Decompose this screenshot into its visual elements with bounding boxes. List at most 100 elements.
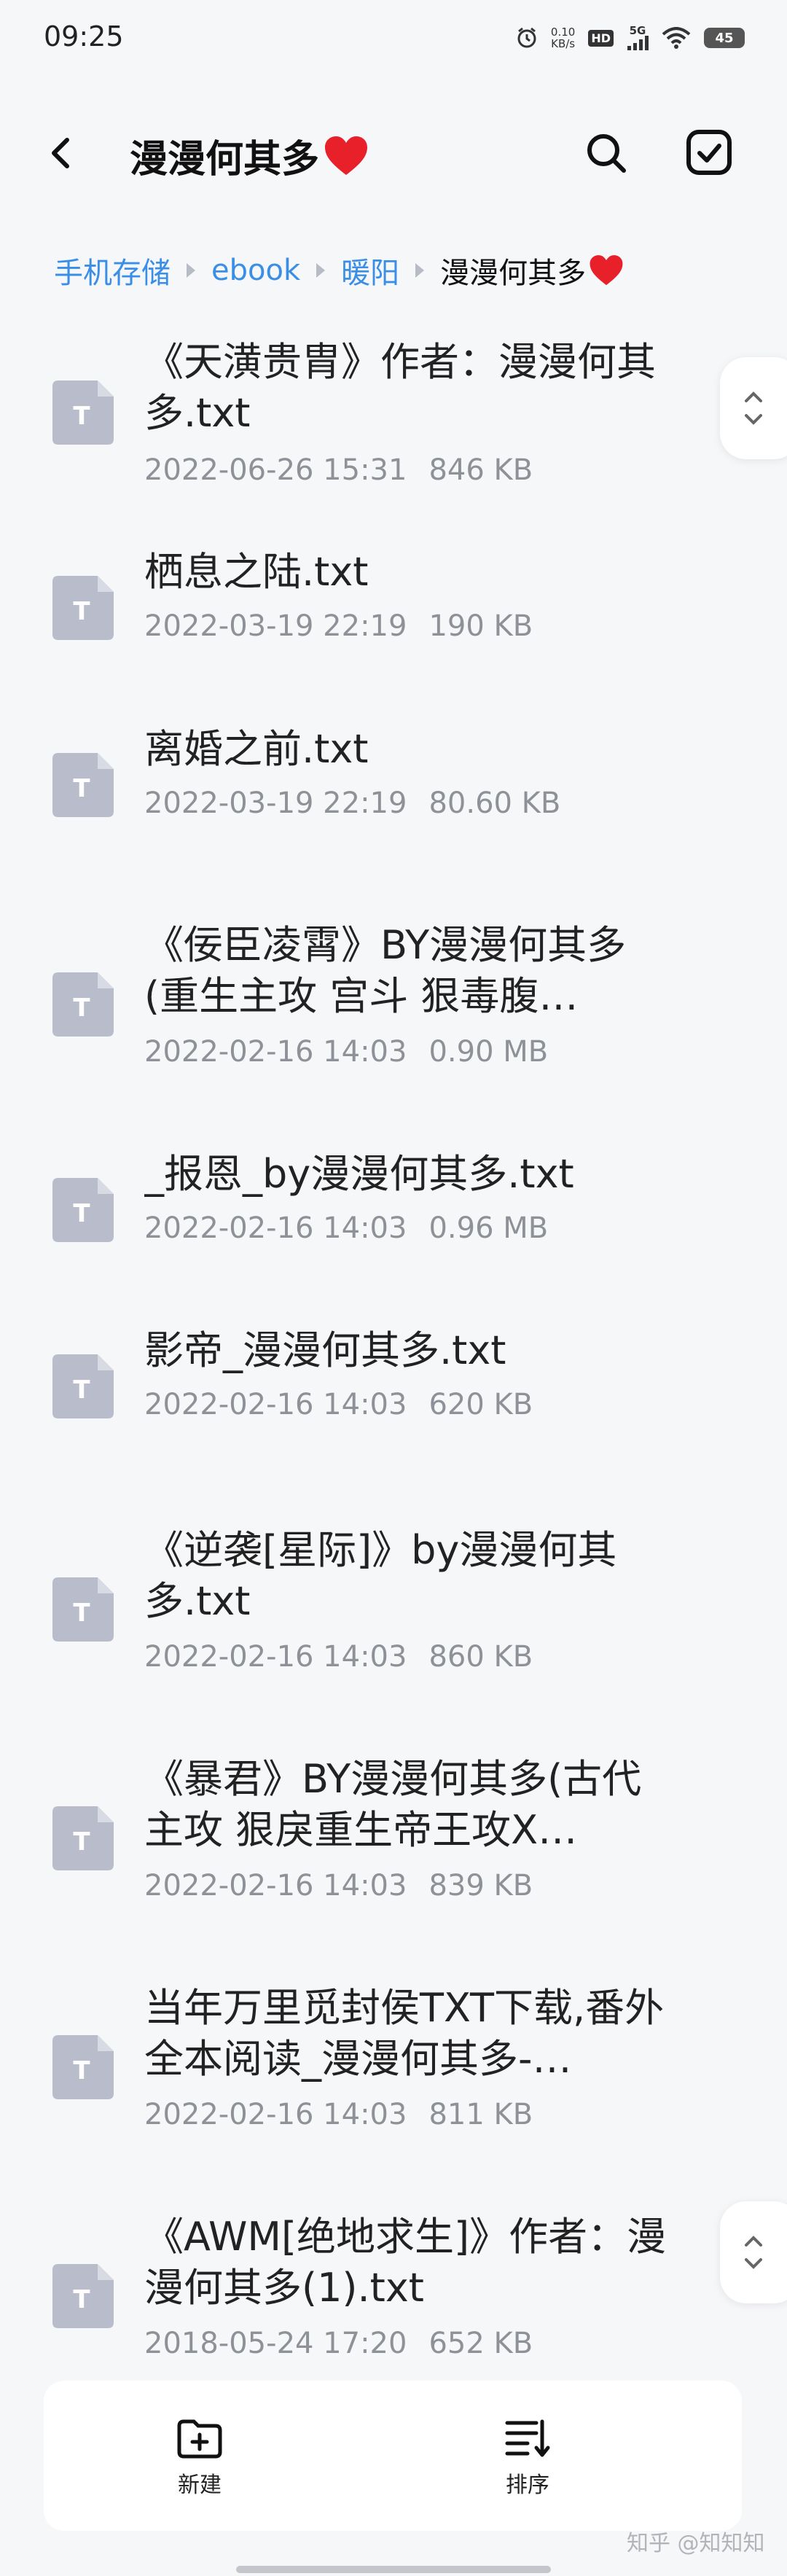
- scroll-handle-bottom[interactable]: [720, 2201, 787, 2303]
- svg-text:T: T: [73, 597, 90, 626]
- txt-file-icon: T: [52, 380, 114, 445]
- file-item[interactable]: T 《天潢贵胄》作者：漫漫何其多.txt 2022-06-26 15:31 846…: [0, 328, 729, 510]
- svg-text:T: T: [73, 2285, 90, 2314]
- txt-file-icon: T: [52, 2264, 114, 2328]
- sort-button[interactable]: 排序: [455, 2419, 600, 2506]
- back-button[interactable]: [41, 131, 85, 175]
- file-date: 2022-06-26 15:31: [144, 453, 407, 487]
- sort-icon: [505, 2419, 550, 2457]
- file-size: 0.96 MB: [428, 1211, 549, 1245]
- svg-text:T: T: [73, 1599, 90, 1628]
- file-name: 栖息之陆.txt: [144, 549, 369, 595]
- breadcrumb-item-storage[interactable]: 手机存储: [54, 249, 171, 292]
- file-item[interactable]: T 影帝_漫漫何其多.txt 2022-02-16 14:03 620 KB: [0, 1325, 729, 1464]
- file-name: 当年万里觅封侯TXT下载,番外全本阅读_漫漫何其多-…: [144, 1985, 665, 2082]
- alarm-icon: [517, 27, 536, 48]
- watermark: 知乎 @知知知: [627, 2531, 765, 2556]
- file-name: 《天潢贵胄》作者：漫漫何其多.txt: [144, 339, 656, 436]
- scroll-arrows-icon: [745, 2236, 762, 2269]
- status-bar: 09:25 0.10 KB/s HD 5G 45: [0, 0, 787, 80]
- file-date: 2022-02-16 14:03: [144, 1035, 407, 1069]
- file-date: 2018-05-24 17:20: [144, 2327, 407, 2360]
- new-folder-icon: [177, 2419, 222, 2459]
- file-item[interactable]: T 当年万里觅封侯TXT下载,番外全本阅读_漫漫何其多-… 2022-02-16…: [0, 1983, 729, 2165]
- hd-badge: HD: [588, 29, 614, 47]
- scroll-handle-top[interactable]: [720, 357, 787, 459]
- breadcrumb-item-ebook[interactable]: ebook: [211, 254, 300, 287]
- file-item[interactable]: T 栖息之陆.txt 2022-03-19 22:19 190 KB: [0, 547, 729, 685]
- file-name: 离婚之前.txt: [144, 726, 369, 772]
- file-name: 影帝_漫漫何其多.txt: [144, 1327, 506, 1373]
- txt-file-icon: T: [52, 576, 114, 640]
- file-meta: 2022-02-16 14:03 811 KB: [144, 2098, 533, 2131]
- status-icons: 0.10 KB/s HD 5G 45: [516, 23, 745, 52]
- file-name: 《佞臣凌霄》BY漫漫何其多 (重生主攻 宫斗 狠毒腹…: [144, 922, 627, 1019]
- page-title: 漫漫何其多: [130, 128, 369, 183]
- file-name: 《暴君》BY漫漫何其多(古代 主攻 狠戾重生帝王攻X…: [144, 1756, 642, 1853]
- file-meta: 2018-05-24 17:20 652 KB: [144, 2327, 533, 2360]
- new-button[interactable]: 新建: [127, 2419, 273, 2506]
- file-date: 2022-02-16 14:03: [144, 2098, 407, 2131]
- bottom-toolbar: 新建 排序: [44, 2381, 742, 2531]
- txt-file-icon: T: [52, 972, 114, 1037]
- file-item[interactable]: T 离婚之前.txt 2022-03-19 22:19 80.60 KB: [0, 724, 729, 862]
- txt-file-icon: T: [52, 1577, 114, 1642]
- file-meta: 2022-06-26 15:31 846 KB: [144, 453, 533, 487]
- battery-indicator: 45: [704, 28, 745, 48]
- breadcrumb-item-nuanyang[interactable]: 暖阳: [341, 249, 399, 292]
- header: 漫漫何其多: [0, 109, 787, 197]
- file-size: 652 KB: [428, 2327, 533, 2360]
- file-item[interactable]: T 《佞臣凌霄》BY漫漫何其多 (重生主攻 宫斗 狠毒腹… 2022-02-16…: [0, 920, 729, 1102]
- network-type: 5G: [629, 24, 646, 37]
- file-meta: 2022-02-16 14:03 620 KB: [144, 1388, 533, 1421]
- file-meta: 2022-03-19 22:19 80.60 KB: [144, 787, 560, 820]
- file-date: 2022-02-16 14:03: [144, 1388, 407, 1421]
- scroll-arrows-icon: [745, 391, 762, 425]
- breadcrumb-separator: [187, 263, 195, 278]
- file-item[interactable]: T 《暴君》BY漫漫何其多(古代 主攻 狠戾重生帝王攻X… 2022-02-16…: [0, 1754, 729, 1936]
- multi-select-button[interactable]: [685, 128, 733, 176]
- file-item[interactable]: T 《逆袭[星际]》by漫漫何其多.txt 2022-02-16 14:03 86…: [0, 1525, 729, 1707]
- sort-button-label: 排序: [506, 2472, 549, 2498]
- txt-file-icon: T: [52, 1178, 114, 1242]
- file-meta: 2022-02-16 14:03 860 KB: [144, 1640, 533, 1674]
- file-size: 80.60 KB: [428, 787, 561, 820]
- heart-icon: [590, 255, 623, 286]
- txt-file-icon: T: [52, 753, 114, 817]
- file-meta: 2022-03-19 22:19 190 KB: [144, 609, 533, 643]
- svg-text:T: T: [73, 774, 90, 803]
- net-speed-value: 0.10: [550, 26, 576, 39]
- breadcrumb-separator: [415, 263, 425, 278]
- svg-text:T: T: [73, 2056, 90, 2085]
- heart-icon: [325, 136, 368, 175]
- breadcrumb-current-text: 漫漫何其多: [440, 257, 587, 290]
- file-name: 《AWM[绝地求生]》作者：漫漫何其多(1).txt: [144, 2214, 667, 2311]
- file-item[interactable]: T _报恩_by漫漫何其多.txt 2022-02-16 14:03 0.96 M…: [0, 1149, 729, 1287]
- signal-indicator: 5G: [627, 26, 649, 50]
- status-time: 09:25: [44, 20, 124, 52]
- home-indicator[interactable]: [236, 2566, 551, 2573]
- svg-text:T: T: [73, 1375, 90, 1405]
- breadcrumb: 手机存储 ebook 暖阳 漫漫何其多: [54, 245, 624, 296]
- file-meta: 2022-02-16 14:03 839 KB: [144, 1869, 533, 1902]
- svg-text:T: T: [73, 1827, 90, 1857]
- file-meta: 2022-02-16 14:03 0.96 MB: [144, 1211, 548, 1245]
- breadcrumb-item-current: 漫漫何其多: [440, 249, 624, 292]
- file-size: 190 KB: [428, 609, 533, 643]
- checkbox-icon: [686, 130, 732, 175]
- file-size: 860 KB: [428, 1640, 533, 1674]
- file-size: 620 KB: [428, 1388, 533, 1421]
- signal-icon: [627, 36, 649, 50]
- txt-file-icon: T: [52, 1806, 114, 1870]
- txt-file-icon: T: [52, 2035, 114, 2099]
- file-size: 839 KB: [428, 1869, 533, 1902]
- net-speed: 0.10 KB/s: [551, 26, 575, 50]
- svg-text:T: T: [73, 402, 90, 431]
- file-date: 2022-02-16 14:03: [144, 1211, 407, 1245]
- file-meta: 2022-02-16 14:03 0.90 MB: [144, 1035, 548, 1069]
- file-item[interactable]: T 《AWM[绝地求生]》作者：漫漫何其多(1).txt 2018-05-24 …: [0, 2212, 729, 2394]
- new-button-label: 新建: [178, 2472, 222, 2498]
- file-name: 《逆袭[星际]》by漫漫何其多.txt: [144, 1527, 617, 1624]
- search-button[interactable]: [583, 130, 630, 176]
- svg-text:T: T: [73, 994, 90, 1023]
